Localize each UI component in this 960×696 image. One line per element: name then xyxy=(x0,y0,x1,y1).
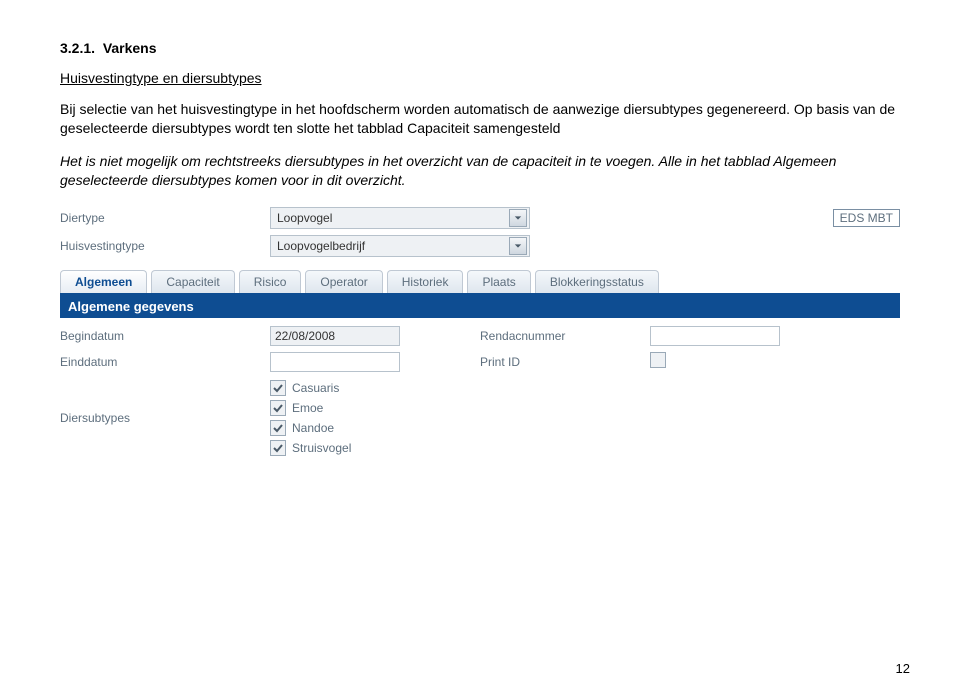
section-heading: 3.2.1. Varkens xyxy=(60,40,900,56)
checkbox-checked-icon[interactable] xyxy=(270,420,286,436)
checkbox-checked-icon[interactable] xyxy=(270,400,286,416)
einddatum-input[interactable] xyxy=(270,352,400,372)
tab-risico[interactable]: Risico xyxy=(239,270,302,293)
diersubtypes-label: Diersubtypes xyxy=(60,411,270,425)
subtype-row: Casuaris xyxy=(270,378,820,398)
subtype-label: Casuaris xyxy=(292,381,339,395)
begindatum-input[interactable] xyxy=(270,326,400,346)
subtype-label: Emoe xyxy=(292,401,323,415)
subtype-row: Struisvogel xyxy=(270,438,820,458)
tab-historiek[interactable]: Historiek xyxy=(387,270,464,293)
printid-checkbox[interactable] xyxy=(650,352,666,368)
tab-plaats[interactable]: Plaats xyxy=(467,270,530,293)
subtype-row: Nandoe xyxy=(270,418,820,438)
tab-algemeen[interactable]: Algemeen xyxy=(60,270,147,293)
diertype-value: Loopvogel xyxy=(277,211,332,225)
diersubtypes-list: Casuaris Emoe Nandoe Struisvogel xyxy=(270,378,820,458)
huisvestingtype-select[interactable]: Loopvogelbedrijf xyxy=(270,235,530,257)
chevron-down-icon xyxy=(509,209,527,227)
tab-blokkeringsstatus[interactable]: Blokkeringsstatus xyxy=(535,270,659,293)
einddatum-label: Einddatum xyxy=(60,355,270,369)
subsection-title: Huisvestingtype en diersubtypes xyxy=(60,70,900,86)
tab-capaciteit[interactable]: Capaciteit xyxy=(151,270,234,293)
section-number: 3.2.1. xyxy=(60,40,95,56)
section-header: Algemene gegevens xyxy=(60,295,900,318)
rendacnummer-label: Rendacnummer xyxy=(480,329,650,343)
page-number: 12 xyxy=(896,661,910,676)
chevron-down-icon xyxy=(509,237,527,255)
checkbox-checked-icon[interactable] xyxy=(270,380,286,396)
checkbox-checked-icon[interactable] xyxy=(270,440,286,456)
diertype-select[interactable]: Loopvogel xyxy=(270,207,530,229)
tab-bar: AlgemeenCapaciteitRisicoOperatorHistorie… xyxy=(60,270,900,295)
printid-label: Print ID xyxy=(480,355,650,369)
eds-mbt-box: EDS MBT xyxy=(833,209,900,227)
paragraph-1: Bij selectie van het huisvestingtype in … xyxy=(60,100,900,138)
tab-operator[interactable]: Operator xyxy=(305,270,382,293)
subtype-row: Emoe xyxy=(270,398,820,418)
row-diertype: Diertype Loopvogel EDS MBT xyxy=(60,204,900,232)
subtype-label: Struisvogel xyxy=(292,441,351,455)
paragraph-2: Het is niet mogelijk om rechtstreeks die… xyxy=(60,152,900,190)
row-huisvestingtype: Huisvestingtype Loopvogelbedrijf xyxy=(60,232,900,260)
fields-grid: Begindatum Rendacnummer Einddatum Print … xyxy=(60,318,900,466)
form-panel: Diertype Loopvogel EDS MBT Huisvestingty… xyxy=(60,204,900,466)
huisvestingtype-value: Loopvogelbedrijf xyxy=(277,239,365,253)
section-title: Varkens xyxy=(103,40,157,56)
rendacnummer-input[interactable] xyxy=(650,326,780,346)
subtype-label: Nandoe xyxy=(292,421,334,435)
begindatum-label: Begindatum xyxy=(60,329,270,343)
huisvestingtype-label: Huisvestingtype xyxy=(60,239,270,253)
diertype-label: Diertype xyxy=(60,211,270,225)
